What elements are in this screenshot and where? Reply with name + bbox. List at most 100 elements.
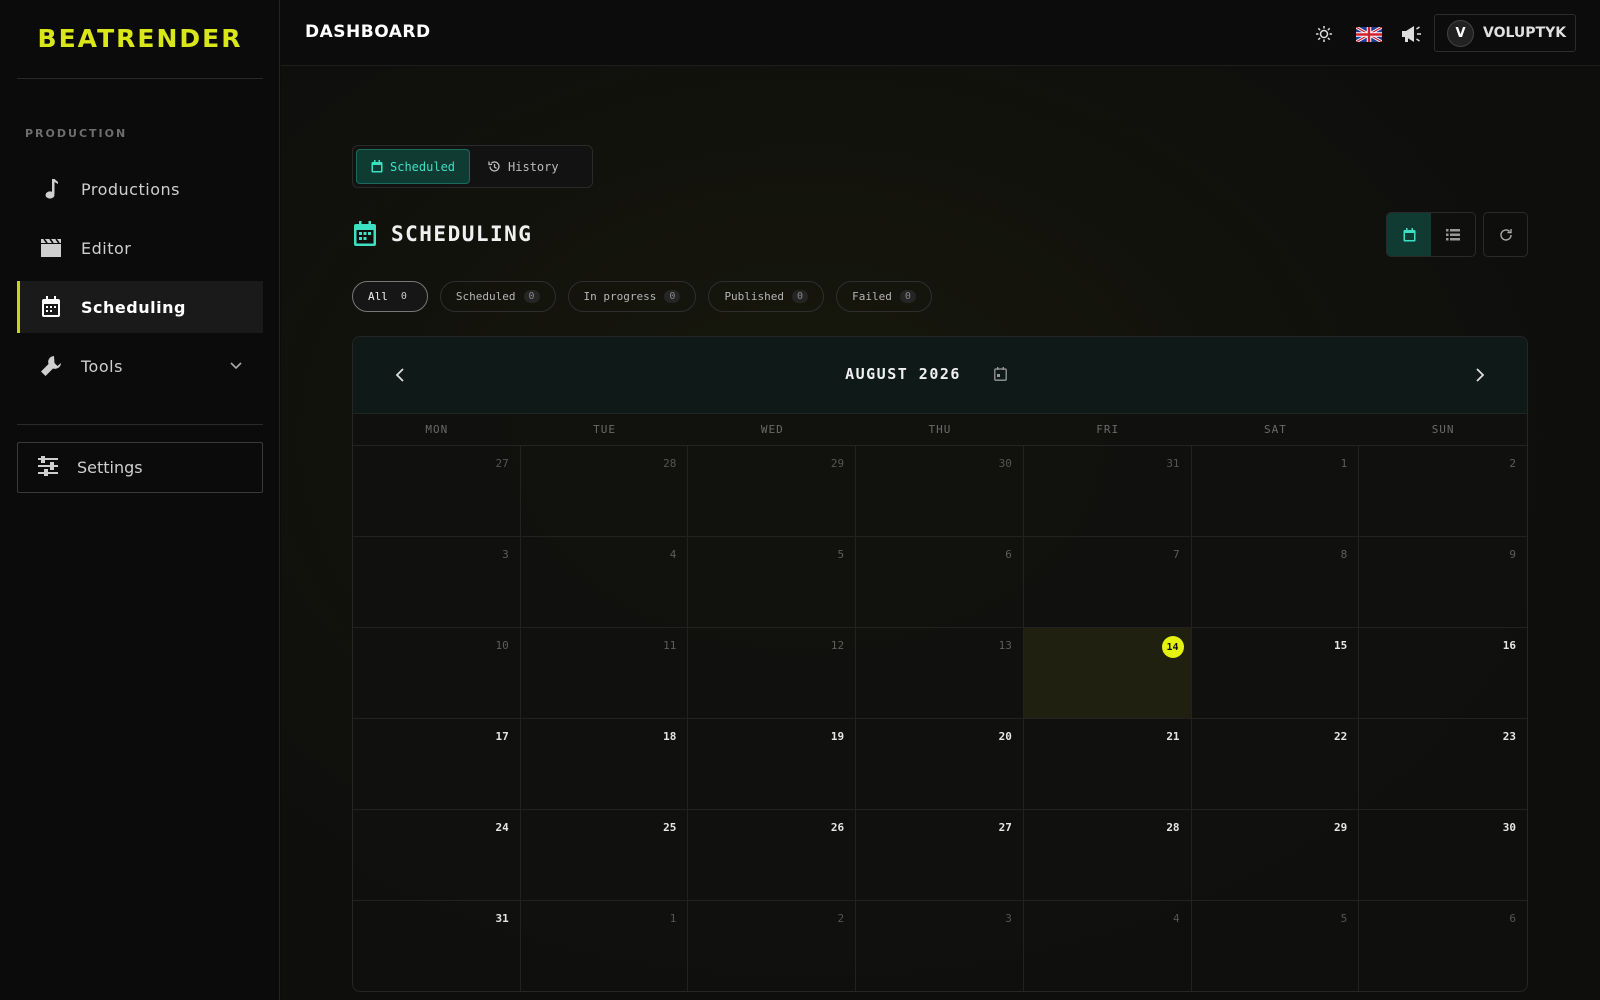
divider <box>17 78 263 79</box>
calendar-day[interactable]: 29 <box>688 446 857 537</box>
tab-label: Scheduled <box>390 159 456 174</box>
user-menu-button[interactable]: V VOLUPTYK <box>1434 14 1576 52</box>
calendar-day[interactable]: 5 <box>688 537 857 628</box>
day-number: 11 <box>663 639 677 652</box>
day-number: 1 <box>669 912 677 925</box>
filter-published[interactable]: Published 0 <box>708 281 825 312</box>
day-number: 15 <box>1334 639 1348 652</box>
calendar-day[interactable]: 13 <box>856 628 1024 719</box>
sidebar-item-editor[interactable]: Editor <box>17 222 263 274</box>
status-filters: All 0 Scheduled 0 In progress 0 Publishe… <box>352 281 932 312</box>
day-number: 13 <box>998 639 1012 652</box>
calendar-day[interactable]: 2 <box>688 901 857 991</box>
date-picker-icon[interactable] <box>994 366 1007 385</box>
app-logo[interactable]: BEATRENDER <box>17 24 263 53</box>
calendar-day[interactable]: 1 <box>521 901 689 991</box>
calendar-day[interactable]: 17 <box>353 719 521 810</box>
filter-all[interactable]: All 0 <box>352 281 428 312</box>
weekday-label: THU <box>928 423 952 436</box>
calendar-day-today[interactable]: 14 <box>1023 628 1192 719</box>
day-number: 6 <box>1005 548 1012 561</box>
day-number: 2 <box>837 912 845 925</box>
calendar-day[interactable]: 27 <box>856 810 1024 901</box>
filter-count: 0 <box>899 290 916 303</box>
calendar-day[interactable]: 31 <box>353 901 521 991</box>
calendar-day[interactable]: 7 <box>1023 537 1192 628</box>
calendar-day[interactable]: 28 <box>520 446 689 537</box>
calendar-day[interactable]: 6 <box>1359 901 1527 991</box>
sun-icon[interactable] <box>1312 22 1336 46</box>
day-number: 28 <box>1166 821 1180 834</box>
calendar-day[interactable]: 4 <box>1024 901 1192 991</box>
day-number: 9 <box>1509 548 1516 561</box>
day-number: 16 <box>1502 639 1516 652</box>
chevron-right-icon[interactable] <box>1469 364 1491 386</box>
schedule-tabs: Scheduled History <box>352 145 593 188</box>
calendar-day[interactable]: 30 <box>856 446 1024 537</box>
tab-history[interactable]: History <box>474 149 573 184</box>
filter-label: All <box>368 290 388 303</box>
day-number: 31 <box>495 912 509 925</box>
tab-scheduled[interactable]: Scheduled <box>356 149 471 184</box>
calendar-day[interactable]: 19 <box>688 719 857 810</box>
calendar-day[interactable]: 16 <box>1359 628 1527 719</box>
calendar-day[interactable]: 21 <box>1023 719 1192 810</box>
calendar-day[interactable]: 2 <box>1359 446 1527 537</box>
calendar-day[interactable]: 5 <box>1192 901 1360 991</box>
calendar-day[interactable]: 20 <box>856 719 1024 810</box>
sidebar: BEATRENDER PRODUCTION Productions Editor… <box>0 0 280 1000</box>
filter-label: In progress <box>583 290 657 303</box>
wrench-icon <box>39 354 63 378</box>
settings-button[interactable]: Settings <box>17 442 263 493</box>
page-title: DASHBOARD <box>305 22 431 42</box>
calendar-day[interactable]: 28 <box>1023 810 1192 901</box>
filter-count: 0 <box>400 291 407 302</box>
sidebar-item-scheduling[interactable]: Scheduling <box>17 281 263 333</box>
chevron-down-icon[interactable] <box>229 357 243 376</box>
refresh-button[interactable] <box>1483 212 1528 257</box>
calendar-day[interactable]: 8 <box>1191 537 1360 628</box>
day-number: 20 <box>998 730 1012 743</box>
day-number: 27 <box>998 821 1012 834</box>
calendar-day[interactable]: 30 <box>1359 810 1527 901</box>
calendar-day[interactable]: 23 <box>1359 719 1527 810</box>
calendar-day[interactable]: 15 <box>1191 628 1360 719</box>
calendar-icon <box>353 221 377 247</box>
day-number: 12 <box>830 639 845 652</box>
calendar-day[interactable]: 12 <box>688 628 857 719</box>
calendar-day[interactable]: 31 <box>1023 446 1192 537</box>
weekday-label: WED <box>760 423 784 436</box>
day-number: 7 <box>1172 548 1180 561</box>
uk-flag-icon[interactable] <box>1355 22 1383 46</box>
filter-scheduled[interactable]: Scheduled 0 <box>439 281 556 312</box>
calendar-day[interactable]: 18 <box>520 719 689 810</box>
megaphone-icon[interactable] <box>1400 22 1424 46</box>
calendar-day[interactable]: 27 <box>353 446 521 537</box>
calendar-day[interactable]: 1 <box>1191 446 1360 537</box>
day-number: 19 <box>830 730 845 743</box>
calendar-day[interactable]: 10 <box>353 628 521 719</box>
calendar-view-button[interactable] <box>1387 213 1431 256</box>
sidebar-item-tools[interactable]: Tools <box>17 340 263 392</box>
calendar-day[interactable]: 6 <box>856 537 1024 628</box>
calendar-day[interactable]: 9 <box>1359 537 1527 628</box>
history-icon <box>488 160 501 173</box>
calendar-day[interactable]: 25 <box>520 810 689 901</box>
filter-in-progress[interactable]: In progress 0 <box>567 281 697 312</box>
calendar-day[interactable]: 3 <box>353 537 521 628</box>
calendar-day[interactable]: 29 <box>1191 810 1360 901</box>
filter-label: Published <box>724 290 785 303</box>
sidebar-item-productions[interactable]: Productions <box>17 163 263 215</box>
list-view-button[interactable] <box>1431 213 1475 256</box>
calendar-day[interactable]: 22 <box>1191 719 1360 810</box>
day-number: 18 <box>663 730 677 743</box>
calendar-day[interactable]: 3 <box>856 901 1024 991</box>
calendar-day[interactable]: 4 <box>520 537 689 628</box>
day-number: 2 <box>1509 457 1516 470</box>
calendar-day[interactable]: 24 <box>353 810 521 901</box>
calendar-icon <box>1403 227 1415 241</box>
weekday-label: FRI <box>1096 423 1120 436</box>
filter-failed[interactable]: Failed 0 <box>836 281 932 312</box>
calendar-day[interactable]: 26 <box>688 810 857 901</box>
calendar-day[interactable]: 11 <box>520 628 689 719</box>
